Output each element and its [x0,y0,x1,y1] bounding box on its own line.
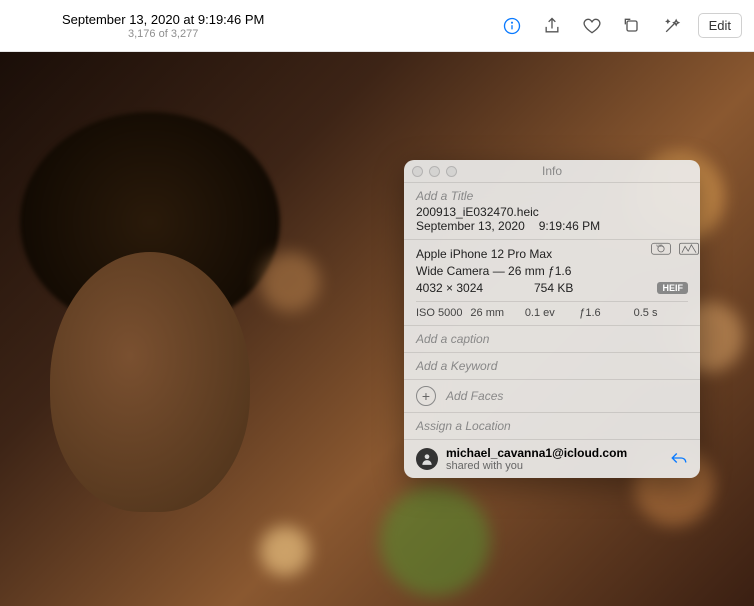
add-faces-label: Add Faces [446,389,503,403]
info-panel: Info Add a Title 200913_iE032470.heic Se… [404,160,700,478]
filename: 200913_iE032470.heic [416,205,688,219]
dimensions: 4032 × 3024 [416,281,483,295]
heart-icon [582,16,602,36]
info-icon [502,16,522,36]
rotate-icon [622,16,642,36]
person-icon [420,452,434,466]
reply-arrow-icon [670,450,688,466]
photo-subject-face [50,252,250,512]
edit-button[interactable]: Edit [698,13,742,38]
photo-viewport[interactable]: Info Add a Title 200913_iE032470.heic Se… [0,52,754,606]
shared-email: michael_cavanna1@icloud.com [446,446,627,460]
keyword-section: Add a Keyword [404,352,700,379]
caption-input[interactable]: Add a caption [416,332,688,346]
exif-row: ISO 5000 26 mm 0.1 ev ƒ1.6 0.5 s [416,301,688,319]
camera-model: Apple iPhone 12 Pro Max [416,246,688,263]
bokeh-light [260,526,310,576]
photo-counter: 3,176 of 3,277 [62,28,264,40]
share-icon [542,16,562,36]
enhance-button[interactable] [654,10,690,42]
plus-icon: + [416,386,436,406]
toolbar: September 13, 2020 at 9:19:46 PM 3,176 o… [0,0,754,52]
exif-iso: ISO 5000 [416,307,470,319]
title-area: September 13, 2020 at 9:19:46 PM 3,176 o… [62,12,264,40]
camera-lens: Wide Camera — 26 mm ƒ1.6 [416,263,688,280]
info-time: 9:19:46 PM [539,219,600,233]
shared-section: michael_cavanna1@icloud.com shared with … [404,439,700,478]
photo-datetime: September 13, 2020 at 9:19:46 PM [62,12,264,27]
add-faces-button[interactable]: + Add Faces [416,386,688,406]
title-input[interactable]: Add a Title [416,189,688,203]
title-section: Add a Title 200913_iE032470.heic Septemb… [404,182,700,239]
camera-section: WB Apple iPhone 12 Pro Max Wide Camera —… [404,239,700,325]
exif-shutter: 0.5 s [634,307,688,319]
exif-focal: 26 mm [470,307,524,319]
whitebalance-icon: WB [650,240,672,256]
bokeh-light [260,252,320,312]
bokeh-light [380,486,490,596]
date-row: September 13, 2020 9:19:46 PM [416,219,688,233]
panel-header[interactable]: Info [404,160,700,182]
caption-section: Add a caption [404,325,700,352]
panel-title: Info [404,164,700,178]
info-date: September 13, 2020 [416,219,525,233]
exif-ev: 0.1 ev [525,307,579,319]
favorite-button[interactable] [574,10,610,42]
exif-aperture: ƒ1.6 [579,307,633,319]
location-input[interactable]: Assign a Location [416,419,688,433]
avatar [416,448,438,470]
faces-section: + Add Faces [404,379,700,412]
wand-icon [662,16,682,36]
filesize: 754 KB [534,281,573,295]
shared-text: michael_cavanna1@icloud.com shared with … [446,446,627,472]
location-section: Assign a Location [404,412,700,439]
svg-text:WB: WB [656,243,663,248]
shared-sub: shared with you [446,460,627,472]
reply-button[interactable] [670,450,688,469]
info-button[interactable] [494,10,530,42]
share-button[interactable] [534,10,570,42]
histogram-icon [678,240,700,256]
keyword-input[interactable]: Add a Keyword [416,359,688,373]
format-badge: HEIF [657,282,688,294]
rotate-button[interactable] [614,10,650,42]
